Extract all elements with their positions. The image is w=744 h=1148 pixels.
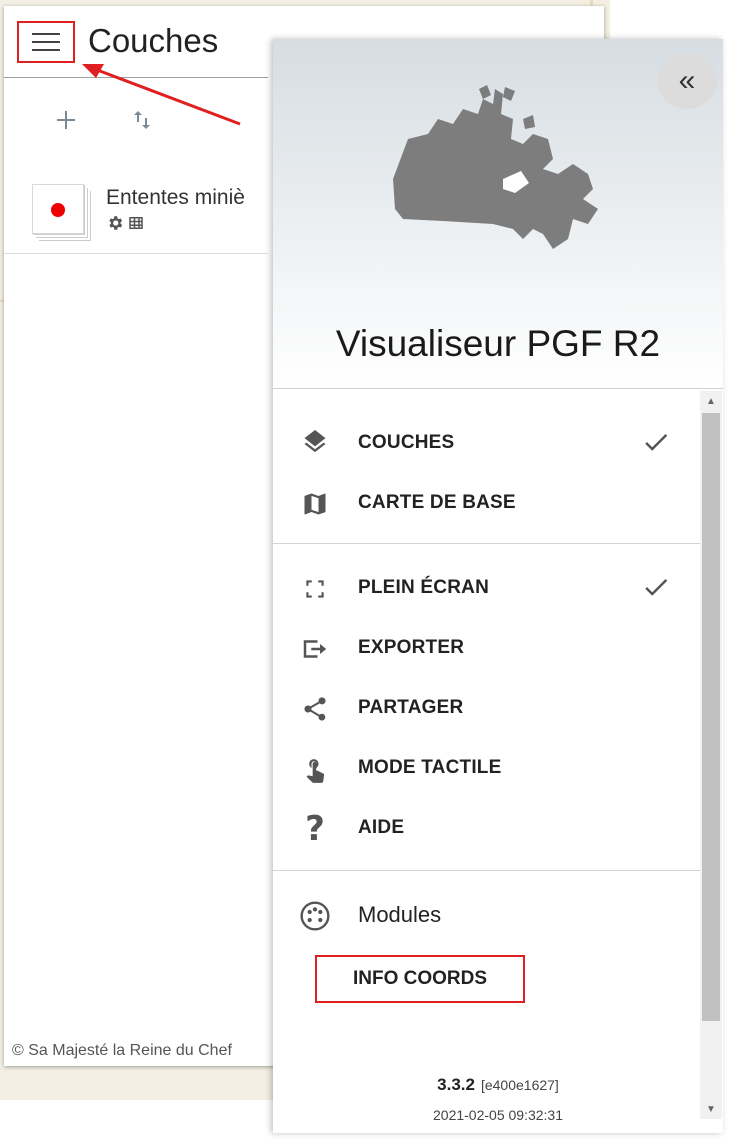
hamburger-icon <box>32 33 60 51</box>
app-screen: Couches Ententes miniè © Sa Majesté la R… <box>0 0 744 1148</box>
layers-icon <box>299 428 331 460</box>
layers-title: Couches <box>88 22 219 59</box>
menu-label: MODE TACTILE <box>358 757 502 778</box>
menu-item-carte-de-base[interactable]: CARTE DE BASE <box>273 473 701 533</box>
menu-item-mode-tactile[interactable]: MODE TACTILE <box>273 738 701 798</box>
menu-item-aide[interactable]: ? AIDE <box>273 798 701 858</box>
scrollbar-thumb[interactable] <box>702 413 720 1021</box>
scroll-down-icon[interactable]: ▼ <box>700 1099 722 1119</box>
modules-list: INFO COORDS <box>273 945 701 1015</box>
menu-label: COUCHES <box>358 432 455 453</box>
plugin-icon <box>299 900 331 932</box>
layer-item[interactable]: Ententes miniè <box>4 176 268 254</box>
module-info-coords[interactable]: INFO COORDS <box>315 955 525 1003</box>
modules-label: Modules <box>358 902 442 927</box>
checkmark-icon <box>645 579 668 596</box>
layer-flags <box>106 214 145 232</box>
drawer-scrollbar[interactable]: ▲ ▼ <box>700 391 722 1119</box>
menu-label: AIDE <box>358 817 405 838</box>
point-symbol-icon <box>51 203 65 217</box>
modules-header: Modules <box>273 885 701 945</box>
menu-label: EXPORTER <box>358 637 465 658</box>
export-icon <box>299 633 331 665</box>
app-title: Visualiseur PGF R2 <box>335 323 661 364</box>
gear-icon[interactable] <box>106 214 124 232</box>
drawer-menu: COUCHES CARTE DE BASE PLEIN ÉCRAN EXPORT… <box>273 389 701 1021</box>
menu-item-exporter[interactable]: EXPORTER <box>273 618 701 678</box>
menu-label: PARTAGER <box>358 697 464 718</box>
version-number: 3.3.2 <box>437 1075 475 1094</box>
main-menu-drawer: « Visualiseur PGF R2 COUCHES CARTE DE BA… <box>273 39 723 1133</box>
checkmark-icon <box>645 434 668 451</box>
map-icon <box>299 488 331 520</box>
collapse-drawer-button[interactable]: « <box>657 53 717 109</box>
scroll-up-icon[interactable]: ▲ <box>700 391 722 411</box>
fullscreen-icon <box>299 573 331 605</box>
table-icon[interactable] <box>127 214 145 232</box>
menu-item-couches[interactable]: COUCHES <box>273 413 701 473</box>
canada-map-logo <box>393 85 598 249</box>
version-info: 3.3.2 [e400e1627] <box>273 1075 723 1095</box>
help-icon: ? <box>305 809 325 849</box>
menu-section-modules: Modules INFO COORDS <box>273 871 701 1021</box>
menu-label: PLEIN ÉCRAN <box>358 577 489 598</box>
build-date: 2021-02-05 09:32:31 <box>433 1107 563 1123</box>
version-hash: [e400e1627] <box>480 1077 559 1093</box>
menu-section-view: COUCHES CARTE DE BASE <box>273 389 701 544</box>
menu-item-plein-ecran[interactable]: PLEIN ÉCRAN <box>273 558 701 618</box>
double-chevron-left-icon: « <box>678 64 696 97</box>
menu-item-partager[interactable]: PARTAGER <box>273 678 701 738</box>
touch-icon <box>299 753 331 785</box>
drawer-header: « Visualiseur PGF R2 <box>273 39 723 389</box>
menu-label: CARTE DE BASE <box>358 492 516 513</box>
annotation-arrow <box>82 64 241 126</box>
layer-symbol <box>32 184 84 234</box>
copyright-text: © Sa Majesté la Reine du Chef <box>12 1042 232 1059</box>
menu-button[interactable] <box>17 21 75 63</box>
layer-name: Ententes miniè <box>106 186 245 209</box>
menu-section-tools: PLEIN ÉCRAN EXPORTER PARTAGER MODE TACTI… <box>273 544 701 871</box>
share-icon <box>299 693 331 725</box>
